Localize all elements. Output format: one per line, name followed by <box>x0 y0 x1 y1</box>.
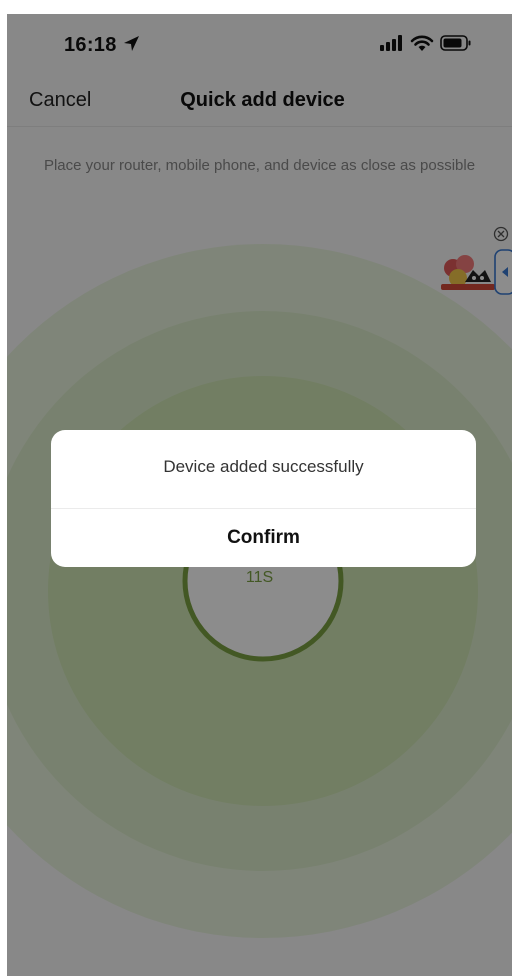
app-screen: 16:18 Cancel Quick add device Place your… <box>7 14 512 976</box>
success-dialog: Device added successfully Confirm <box>51 430 476 567</box>
confirm-button[interactable]: Confirm <box>51 509 476 567</box>
dialog-message: Device added successfully <box>163 457 364 476</box>
